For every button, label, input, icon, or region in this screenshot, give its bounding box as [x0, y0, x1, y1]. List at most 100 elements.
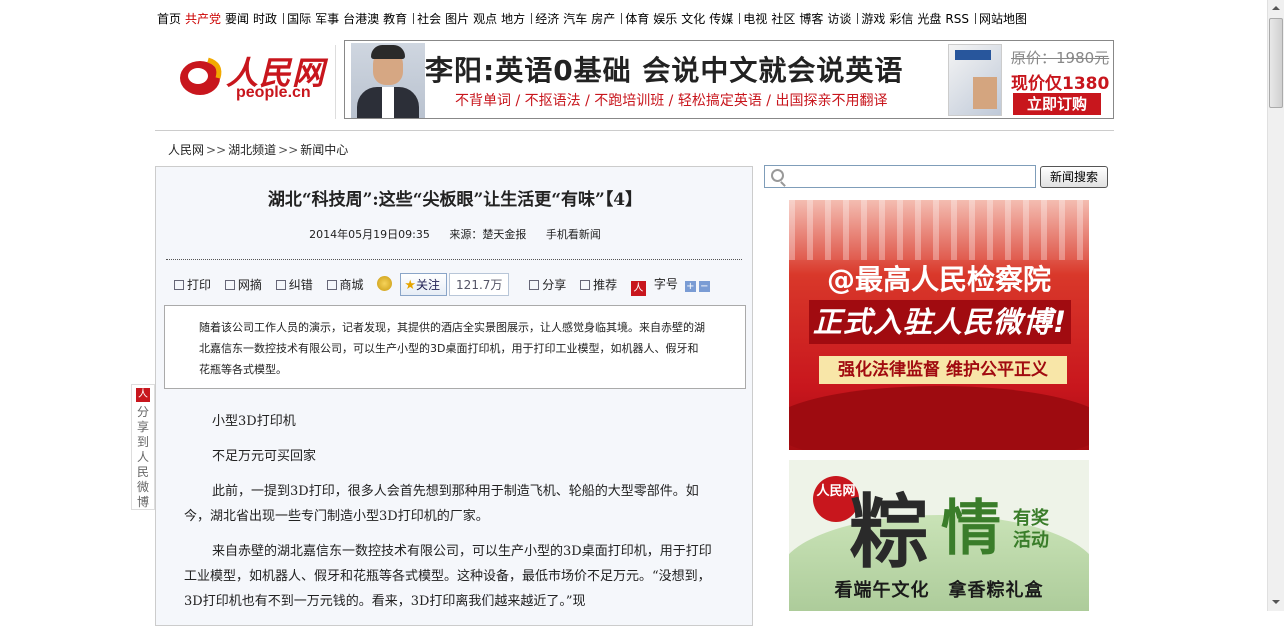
search-input[interactable] — [787, 168, 1035, 187]
topnav-link[interactable]: 社会 — [417, 12, 441, 26]
topnav-link[interactable]: 国际 — [287, 12, 311, 26]
ad-person-image — [351, 43, 425, 118]
topnav-link[interactable]: 传媒 — [709, 12, 733, 26]
banner2-bottom-text: 看端午文化 拿香粽礼盒 — [834, 580, 1044, 601]
topnav-separator — [531, 13, 533, 24]
mail-icon — [580, 280, 591, 290]
breadcrumb-separator-icon: >> — [206, 143, 227, 157]
topnav-separator — [413, 13, 415, 24]
topnav-link[interactable]: 访谈 — [827, 12, 851, 26]
topnav-link[interactable]: 观点 — [473, 12, 497, 26]
weibo-icon[interactable]: 人 — [630, 281, 646, 296]
topnav-separator — [739, 13, 741, 24]
mall-button[interactable]: 商城 — [326, 276, 364, 293]
top-navigation: 首页 共产党 要闻 时政 国际 军事 台港澳 教育 社会 图片 观点 地方 经济 汽车 房产 体育 娱乐 文化 传媒… — [157, 10, 1031, 28]
scroll-up-icon[interactable] — [1268, 0, 1284, 17]
topnav-link[interactable]: 共产党 — [185, 12, 221, 26]
topnav-link[interactable]: 体育 — [625, 12, 649, 26]
topnav-link[interactable]: 经济 — [535, 12, 559, 26]
topnav-link[interactable]: 网站地图 — [979, 12, 1027, 26]
topnav-link[interactable]: 时政 — [253, 12, 277, 26]
follower-count: 121.7万 — [449, 273, 510, 296]
topnav-link[interactable]: 光盘 — [917, 12, 941, 26]
scroll-down-icon[interactable] — [1268, 594, 1284, 611]
share-button[interactable]: 分享 — [529, 276, 566, 293]
article-body: 小型3D打印机 不足万元可买回家 此前，一提到3D打印，很多人会首先想到那种用于… — [184, 409, 724, 624]
article-paragraph: 此前，一提到3D打印，很多人会首先想到那种用于制造飞机、轮船的大型零部件。如今，… — [184, 484, 699, 524]
search-box — [764, 165, 1036, 188]
recommend-button[interactable]: 推荐 — [580, 276, 617, 293]
banner-line3: 强化法律监督 维护公平正义 — [819, 356, 1067, 384]
header-divider — [335, 45, 336, 119]
news-search-button[interactable]: 新闻搜索 — [1040, 166, 1108, 188]
font-size-label: 字号 — [653, 277, 678, 291]
font-increase-button[interactable]: + — [684, 281, 696, 292]
breadcrumb: 人民网 >> 湖北频道 >> 新闻中心 — [168, 141, 348, 158]
ad-headline: 李阳:英语0基础 会说中文就会说英语 — [425, 54, 904, 87]
topnav-link[interactable]: 地方 — [501, 12, 525, 26]
topnav-link[interactable]: 房产 — [591, 12, 615, 26]
banner2-char1: 粽 — [849, 485, 929, 579]
breadcrumb-link[interactable]: 湖北频道 — [228, 143, 276, 157]
topnav-link[interactable]: 游戏 — [861, 12, 885, 26]
topnav-separator — [283, 13, 285, 24]
topnav-link[interactable]: 社区 — [771, 12, 795, 26]
topnav-link[interactable]: 彩信 — [889, 12, 913, 26]
follow-button[interactable]: ★关注 — [400, 273, 448, 296]
ad-current-price: 现价仅1380 — [1011, 74, 1110, 94]
dotted-divider — [166, 259, 742, 260]
topnav-link[interactable]: 娱乐 — [653, 12, 677, 26]
logo-mark-icon — [180, 57, 222, 95]
topnav-link[interactable]: 要闻 — [225, 12, 249, 26]
dragon-boat-banner[interactable]: 人民网 粽 情 有奖活动 看端午文化 拿香粽礼盒 — [789, 460, 1089, 611]
web-digest-button[interactable]: 网摘 — [224, 276, 262, 293]
banner2-side-text: 有奖活动 — [1013, 508, 1049, 551]
ad-book-image — [948, 44, 1002, 116]
procuratorate-weibo-banner[interactable]: @最高人民检察院 正式入驻人民微博! 强化法律监督 维护公平正义 — [789, 200, 1089, 450]
topnav-link[interactable]: 汽车 — [563, 12, 587, 26]
ad-buy-button[interactable]: 立即订购 — [1013, 93, 1101, 115]
topnav-link[interactable]: 首页 — [157, 12, 181, 26]
breadcrumb-separator-icon: >> — [278, 143, 299, 157]
article-source[interactable]: 来源：楚天金报 — [449, 228, 526, 241]
weibo-logo-icon: 人 — [136, 388, 150, 402]
breadcrumb-link[interactable]: 新闻中心 — [300, 143, 348, 157]
print-icon — [174, 280, 184, 290]
site-logo[interactable]: 人民网 people.cn — [178, 48, 328, 108]
vertical-scrollbar[interactable] — [1267, 0, 1284, 611]
article-summary: 随着该公司工作人员的演示，记者发现，其提供的酒店全实景图展示，让人感觉身临其境。… — [164, 305, 746, 389]
topnav-link[interactable]: 台港澳 — [343, 12, 379, 26]
article-panel: 湖北“科技周”:这些“尖板眼”让生活更“有味”【4】 2014年05月19日09… — [155, 166, 753, 626]
share-to-weibo-sidebar[interactable]: 人 分享到人民微博 — [131, 384, 155, 510]
article-paragraph: 小型3D打印机 — [212, 414, 296, 429]
article-title: 湖北“科技周”:这些“尖板眼”让生活更“有味”【4】 — [267, 190, 643, 210]
banner-line2: 正式入驻人民微博! — [809, 300, 1071, 344]
scrollbar-thumb[interactable] — [1269, 18, 1283, 108]
topnav-link[interactable]: RSS — [945, 12, 969, 26]
ad-tags: 不背单词 / 不抠语法 / 不跑培训班 / 轻松搞定英语 / 出国探亲不用翻译 — [455, 93, 888, 109]
topnav-link[interactable]: 文化 — [681, 12, 705, 26]
topnav-link[interactable]: 图片 — [445, 12, 469, 26]
topnav-link[interactable]: 军事 — [315, 12, 339, 26]
article-paragraph: 不足万元可买回家 — [212, 449, 317, 464]
topnav-link[interactable]: 教育 — [383, 12, 407, 26]
article-meta: 2014年05月19日09:35 来源：楚天金报 手机看新闻 — [156, 226, 754, 242]
font-decrease-button[interactable]: − — [698, 281, 710, 292]
digest-icon — [224, 280, 235, 290]
breadcrumb-link[interactable]: 人民网 — [168, 143, 204, 157]
topnav-separator — [621, 13, 623, 24]
topnav-link[interactable]: 电视 — [743, 12, 767, 26]
banner-wave-decoration — [789, 386, 1089, 450]
banner-line1: @最高人民检察院 — [826, 263, 1051, 296]
mall-icon — [326, 280, 337, 290]
print-button[interactable]: 打印 — [174, 276, 211, 293]
topnav-link[interactable]: 博客 — [799, 12, 823, 26]
search-icon — [771, 169, 784, 182]
ad-original-price: 原价：1980元 — [1011, 49, 1110, 67]
medal-icon — [377, 276, 393, 291]
mobile-news-link[interactable]: 手机看新闻 — [546, 228, 601, 241]
share-icon — [529, 280, 540, 290]
logo-text-en: people.cn — [236, 84, 311, 101]
ad-banner[interactable]: 李阳:英语0基础 会说中文就会说英语 不背单词 / 不抠语法 / 不跑培训班 /… — [344, 40, 1114, 119]
report-error-button[interactable]: 纠错 — [275, 276, 313, 293]
